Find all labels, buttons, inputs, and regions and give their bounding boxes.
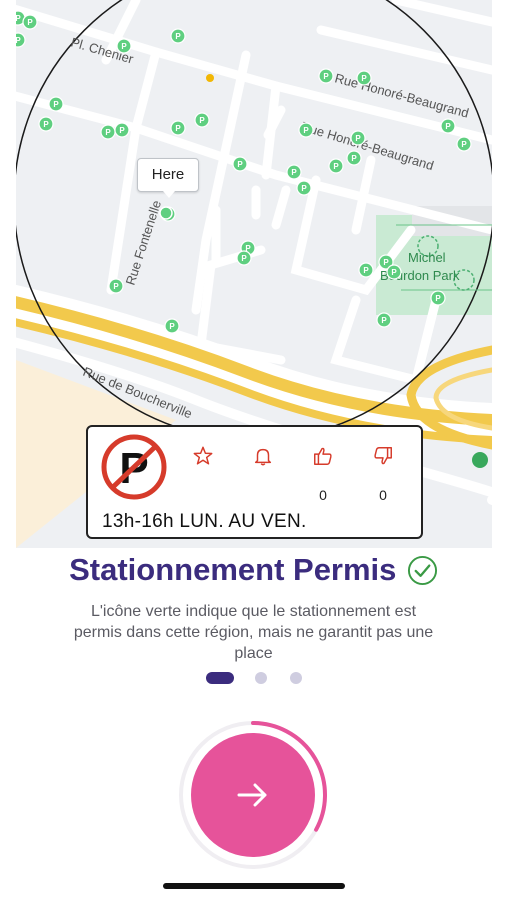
- parking-marker-letter: P: [241, 254, 247, 263]
- parking-marker-letter: P: [113, 282, 119, 291]
- onboarding-title-row: Stationnement Permis: [0, 552, 507, 592]
- bell-icon: [254, 448, 272, 466]
- parking-marker[interactable]: P: [16, 32, 26, 48]
- parking-marker-letter: P: [351, 154, 357, 163]
- parking-marker[interactable]: P: [22, 14, 38, 30]
- parking-marker-letter: P: [121, 42, 127, 51]
- here-label: Here: [137, 158, 199, 198]
- parking-marker[interactable]: P: [108, 278, 124, 294]
- parking-marker-letter: P: [169, 322, 175, 331]
- alert-button[interactable]: [246, 445, 280, 473]
- park-pin-icon: [472, 452, 488, 468]
- parking-marker[interactable]: P: [440, 118, 456, 134]
- parking-marker-letter: P: [323, 72, 329, 81]
- thumbs-up-icon: [314, 447, 332, 465]
- parking-marker-letter: P: [435, 294, 441, 303]
- next-button[interactable]: [191, 733, 315, 857]
- page-dot-1-active[interactable]: [206, 672, 234, 684]
- street-label-fontenelle: Rue Fontenelle: [123, 198, 165, 286]
- page-dot-2[interactable]: [255, 672, 267, 684]
- star-button[interactable]: [186, 445, 220, 473]
- parking-marker[interactable]: P: [350, 130, 366, 146]
- parking-marker[interactable]: P: [232, 156, 248, 172]
- parking-marker[interactable]: P: [116, 38, 132, 54]
- next-button-wrapper: [166, 717, 344, 871]
- parking-marker-letter: P: [383, 258, 389, 267]
- page-indicator: [0, 671, 507, 685]
- like-button[interactable]: [306, 445, 340, 473]
- parking-marker[interactable]: P: [114, 122, 130, 138]
- dislike-button[interactable]: [366, 445, 400, 473]
- parking-marker-letter: P: [119, 126, 125, 135]
- parking-marker[interactable]: P: [376, 312, 392, 328]
- onboarding-description: L'icône verte indique que le stationneme…: [73, 603, 434, 662]
- parking-marker-letter: P: [303, 126, 309, 135]
- poi-dot: [206, 74, 214, 82]
- check-circle-icon: [407, 555, 437, 585]
- park-label-line1: Michel: [408, 250, 446, 265]
- parking-marker[interactable]: P: [286, 164, 302, 180]
- parking-info-card[interactable]: P 0 0 13h-16h LUN. AU VEN.: [86, 425, 423, 539]
- parking-marker[interactable]: P: [456, 136, 472, 152]
- parking-marker-letter: P: [361, 74, 367, 83]
- parking-marker-letter: P: [461, 140, 467, 149]
- arrow-right-icon: [237, 783, 267, 807]
- parking-marker[interactable]: P: [194, 112, 210, 128]
- parking-marker[interactable]: P: [236, 250, 252, 266]
- page-dot-3[interactable]: [290, 672, 302, 684]
- like-count: 0: [319, 487, 327, 503]
- parking-marker[interactable]: P: [356, 70, 372, 86]
- parking-marker-letter: P: [333, 162, 339, 171]
- parking-marker-letter: P: [175, 124, 181, 133]
- parking-marker-letter: P: [391, 268, 397, 277]
- parking-hours: 13h-16h LUN. AU VEN.: [102, 511, 307, 532]
- parking-marker-letter: P: [16, 14, 21, 23]
- parking-marker-letter: P: [16, 36, 21, 45]
- parking-marker-letter: P: [381, 316, 387, 325]
- parking-marker[interactable]: P: [170, 28, 186, 44]
- parking-marker-letter: P: [53, 100, 59, 109]
- onboarding-title: Stationnement Permis: [69, 552, 397, 587]
- parking-marker-letter: P: [105, 128, 111, 137]
- thumbs-down-icon: [374, 447, 392, 465]
- dislike-count: 0: [379, 487, 387, 503]
- parking-marker-letter: P: [199, 116, 205, 125]
- parking-marker[interactable]: P: [346, 150, 362, 166]
- parking-marker-letter: P: [291, 168, 297, 177]
- no-parking-sign-icon: P: [101, 434, 167, 500]
- parking-marker[interactable]: P: [328, 158, 344, 174]
- parking-marker[interactable]: P: [386, 264, 402, 280]
- parking-marker[interactable]: P: [170, 120, 186, 136]
- parking-marker[interactable]: P: [164, 318, 180, 334]
- home-indicator[interactable]: [163, 883, 345, 889]
- parking-marker-letter: P: [43, 120, 49, 129]
- parking-marker[interactable]: P: [100, 124, 116, 140]
- parking-marker-letter: P: [27, 18, 33, 27]
- parking-marker-letter: P: [445, 122, 451, 131]
- parking-marker[interactable]: P: [298, 122, 314, 138]
- parking-marker[interactable]: P: [48, 96, 64, 112]
- parking-marker-letter: P: [363, 266, 369, 275]
- star-icon: [193, 446, 213, 465]
- parking-marker[interactable]: P: [358, 262, 374, 278]
- parking-marker-letter: P: [237, 160, 243, 169]
- parking-marker[interactable]: P: [318, 68, 334, 84]
- parking-marker-letter: P: [355, 134, 361, 143]
- parking-marker[interactable]: P: [38, 116, 54, 132]
- parking-marker-letter: P: [175, 32, 181, 41]
- parking-marker[interactable]: P: [430, 290, 446, 306]
- parking-marker-letter: P: [301, 184, 307, 193]
- user-location-marker: [159, 206, 173, 220]
- parking-marker[interactable]: P: [296, 180, 312, 196]
